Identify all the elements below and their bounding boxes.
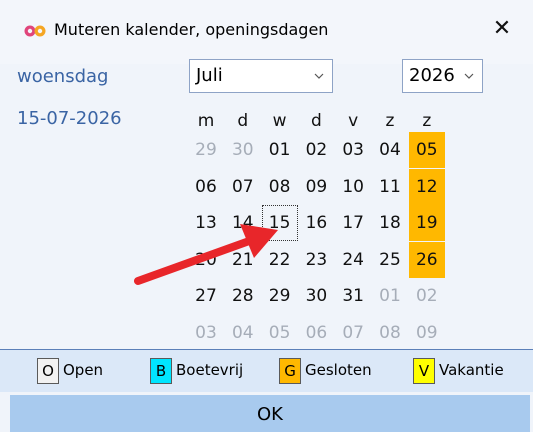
calendar-day[interactable]: 25 <box>372 242 408 278</box>
calendar-day[interactable]: 06 <box>298 315 334 351</box>
calendar-day[interactable]: 13 <box>188 205 224 241</box>
calendar-day[interactable]: 27 <box>188 278 224 314</box>
legend-label: Boetevrij <box>176 361 244 379</box>
calendar-day-selected[interactable]: 15 <box>261 205 298 241</box>
calendar-day[interactable]: 30 <box>298 278 334 314</box>
legend-key: G <box>279 358 301 384</box>
legend-key: V <box>413 358 435 384</box>
chevron-down-icon <box>314 73 324 79</box>
calendar-day[interactable]: 01 <box>372 278 408 314</box>
calendar-day[interactable]: 24 <box>335 242 371 278</box>
calendar-day[interactable]: 09 <box>409 315 445 351</box>
legend-key: B <box>150 358 172 384</box>
calendar-day[interactable]: 05 <box>408 132 445 168</box>
calendar-day[interactable]: 08 <box>262 169 298 205</box>
calendar-day[interactable]: 14 <box>225 205 261 241</box>
month-dropdown[interactable]: Juli <box>189 59 333 93</box>
legend-label: Vakantie <box>439 361 504 379</box>
calendar-day[interactable]: 26 <box>408 241 445 278</box>
chevron-down-icon <box>464 73 474 79</box>
calendar-day[interactable]: 01 <box>262 132 298 168</box>
close-button[interactable]: ✕ <box>487 14 517 44</box>
month-value: Juli <box>196 65 223 86</box>
calendar-day[interactable]: 23 <box>298 242 334 278</box>
calendar-day[interactable]: 17 <box>335 205 371 241</box>
dialog-window: Muteren kalender, openingsdagen ✕ woensd… <box>0 0 533 432</box>
calendar-day[interactable]: 03 <box>335 132 371 168</box>
calendar-day[interactable]: 21 <box>225 242 261 278</box>
year-value: 2026 <box>409 65 455 86</box>
calendar-day[interactable]: 02 <box>409 278 445 314</box>
calendar-day[interactable]: 30 <box>225 132 261 168</box>
calendar-day[interactable]: 05 <box>262 315 298 351</box>
window-title: Muteren kalender, openingsdagen <box>54 20 329 39</box>
calendar-day[interactable]: 04 <box>372 132 408 168</box>
calendar-day[interactable]: 07 <box>335 315 371 351</box>
app-logo-icon <box>24 25 46 37</box>
calendar-day[interactable]: 31 <box>335 278 371 314</box>
calendar-day[interactable]: 03 <box>188 315 224 351</box>
calendar-day[interactable]: 29 <box>262 278 298 314</box>
legend-bar: O Open B Boetevrij G Gesloten V Vakantie <box>0 349 533 392</box>
calendar-day[interactable]: 02 <box>298 132 334 168</box>
legend-label: Open <box>63 361 104 379</box>
calendar-day[interactable]: 20 <box>188 242 224 278</box>
title-bar: Muteren kalender, openingsdagen ✕ <box>0 0 533 64</box>
calendar-day[interactable]: 07 <box>225 169 261 205</box>
calendar-day[interactable]: 12 <box>408 168 445 205</box>
calendar-day[interactable]: 04 <box>225 315 261 351</box>
calendar-day[interactable]: 11 <box>372 169 408 205</box>
calendar-day[interactable]: 09 <box>298 169 334 205</box>
calendar-day[interactable]: 22 <box>262 242 298 278</box>
selected-weekday: woensdag <box>17 66 109 87</box>
legend-label: Gesloten <box>305 361 372 379</box>
legend-key: O <box>37 358 59 384</box>
calendar-day[interactable]: 06 <box>188 169 224 205</box>
calendar-day[interactable]: 10 <box>335 169 371 205</box>
calendar-day[interactable]: 08 <box>372 315 408 351</box>
ok-button[interactable]: OK <box>10 395 530 432</box>
calendar-day[interactable]: 29 <box>188 132 224 168</box>
calendar-day[interactable]: 18 <box>372 205 408 241</box>
calendar-day[interactable]: 16 <box>298 205 334 241</box>
selected-date: 15-07-2026 <box>17 108 122 129</box>
calendar-day[interactable]: 28 <box>225 278 261 314</box>
year-dropdown[interactable]: 2026 <box>402 59 483 93</box>
calendar-day[interactable]: 19 <box>408 205 445 241</box>
